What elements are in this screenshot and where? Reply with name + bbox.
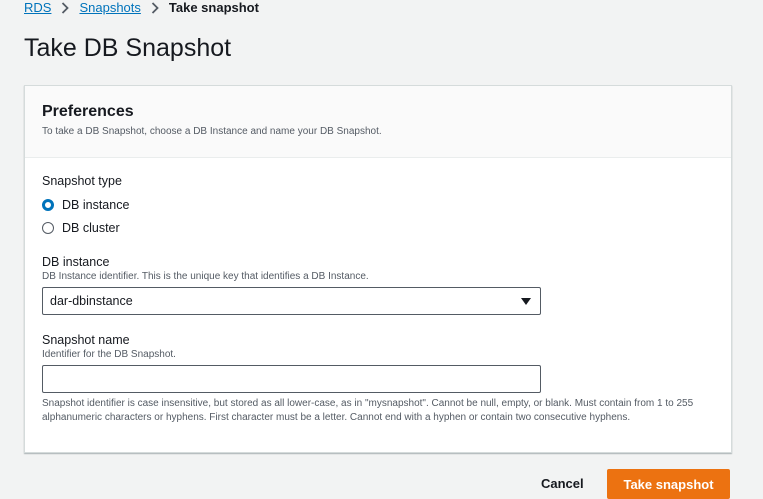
panel-description: To take a DB Snapshot, choose a DB Insta… (42, 126, 382, 137)
chevron-right-icon (61, 1, 70, 14)
snapshot-name-description: Identifier for the DB Snapshot. (42, 349, 176, 360)
breadcrumb-rds[interactable]: RDS (24, 0, 51, 15)
breadcrumb-current: Take snapshot (168, 0, 259, 15)
snapshot-name-input[interactable] (42, 365, 541, 393)
panel-header: Preferences To take a DB Snapshot, choos… (25, 86, 731, 158)
db-instance-label: DB instance (42, 255, 110, 269)
chevron-right-icon (151, 1, 159, 14)
breadcrumb-snapshots[interactable]: Snapshots (79, 0, 140, 15)
caret-down-icon (521, 297, 531, 305)
cancel-button[interactable]: Cancel (541, 476, 584, 491)
radio-button-unchecked[interactable] (42, 221, 54, 234)
db-instance-description: DB Instance identifier. This is the uniq… (42, 271, 369, 282)
panel-title: Preferences (42, 103, 134, 120)
panel-body: Snapshot type DB instance DB cluster DB … (25, 158, 731, 441)
snapshot-name-constraint: Snapshot identifier is case insensitive,… (42, 398, 694, 423)
db-instance-field: DB instance DB Instance identifier. This… (42, 255, 714, 315)
radio-button-checked[interactable] (42, 198, 54, 211)
preferences-panel: Preferences To take a DB Snapshot, choos… (24, 85, 732, 453)
radio-db-cluster[interactable]: DB cluster (42, 220, 714, 235)
breadcrumb: RDS Snapshots Take snapshot (24, 0, 259, 15)
page-title: Take DB Snapshot (24, 34, 232, 62)
snapshot-type-label: Snapshot type (42, 174, 122, 188)
radio-label-db-cluster[interactable]: DB cluster (62, 221, 120, 235)
radio-db-instance[interactable]: DB instance (42, 197, 714, 212)
radio-label-db-instance[interactable]: DB instance (62, 198, 129, 212)
db-instance-select[interactable]: dar-dbinstance (42, 287, 541, 315)
take-snapshot-button[interactable]: Take snapshot (607, 469, 730, 499)
snapshot-name-field: Snapshot name Identifier for the DB Snap… (42, 333, 714, 425)
db-instance-selected-value: dar-dbinstance (50, 294, 133, 308)
snapshot-name-label: Snapshot name (42, 333, 130, 347)
